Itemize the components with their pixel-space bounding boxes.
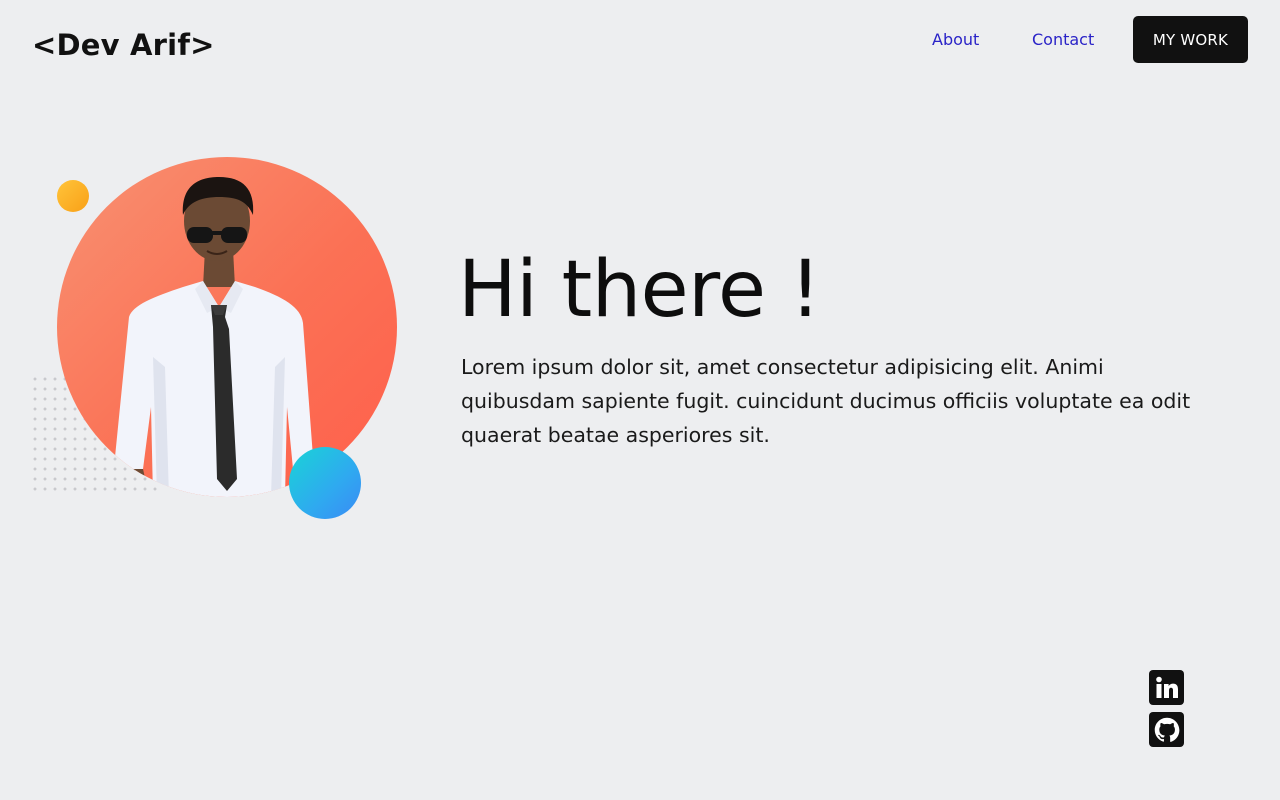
nav-link-contact[interactable]: Contact: [1032, 29, 1094, 51]
blue-dot-decoration: [289, 447, 361, 519]
person-illustration: [115, 177, 313, 497]
linkedin-icon: [1155, 676, 1178, 698]
github-link[interactable]: [1149, 712, 1184, 747]
linkedin-link[interactable]: [1149, 670, 1184, 705]
portfolio-page: <Dev Arif> About Contact MY WORK Hi ther…: [0, 0, 1280, 800]
site-logo[interactable]: <Dev Arif>: [32, 26, 215, 64]
hero-description: Lorem ipsum dolor sit, amet consectetur …: [461, 355, 1191, 447]
profile-photo: [57, 157, 397, 497]
my-work-button[interactable]: MY WORK: [1133, 16, 1248, 63]
github-icon: [1154, 717, 1179, 742]
nav-link-about[interactable]: About: [932, 29, 979, 51]
hero-title: Hi there !: [458, 245, 821, 335]
